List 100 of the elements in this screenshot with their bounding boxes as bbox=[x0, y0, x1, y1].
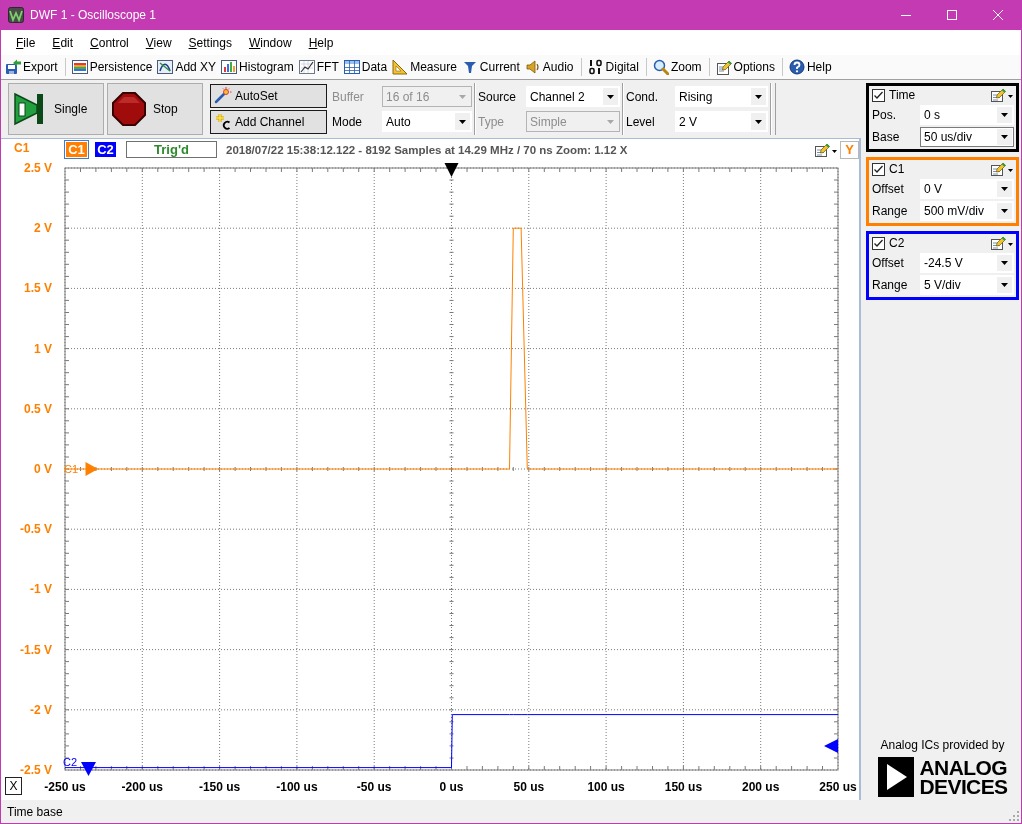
menu-item[interactable]: Help bbox=[308, 35, 334, 50]
axis-label: -2.5 V bbox=[20, 763, 52, 777]
toolbar-button[interactable]: Options bbox=[713, 56, 778, 78]
add-channel-button[interactable]: Add Channel bbox=[210, 110, 327, 134]
dropdown[interactable]: 2 V bbox=[675, 111, 768, 132]
field-label: Buffer bbox=[332, 89, 365, 104]
toolbar-button[interactable]: Zoom bbox=[650, 56, 705, 78]
axis-label: -0.5 V bbox=[20, 522, 52, 537]
caret-icon bbox=[1001, 283, 1008, 287]
caret-icon bbox=[1001, 135, 1008, 139]
field-label: Type bbox=[478, 114, 505, 129]
axis-label: -150 us bbox=[198, 780, 241, 794]
toolbar-button[interactable]: Help bbox=[786, 56, 835, 78]
dropdown[interactable]: 0 s bbox=[920, 105, 1014, 125]
field-label: Mode bbox=[332, 114, 364, 129]
dropdown[interactable]: 0 V bbox=[920, 179, 1014, 199]
legend-label: C2 bbox=[63, 756, 78, 768]
dropdown[interactable]: -24.5 V bbox=[920, 253, 1014, 273]
offset-marker[interactable] bbox=[81, 762, 96, 776]
toolbar-button[interactable]: Data bbox=[341, 56, 391, 78]
toolbar-button[interactable]: Audio bbox=[522, 56, 577, 78]
bar-chart-icon bbox=[221, 59, 238, 75]
dropdown[interactable]: 50 us/div bbox=[920, 127, 1014, 147]
offset-marker[interactable] bbox=[85, 462, 98, 476]
toolbar-button[interactable]: Current bbox=[459, 56, 523, 78]
line-chart-icon bbox=[298, 59, 315, 75]
speaker-icon bbox=[524, 59, 541, 75]
waveform-logo-icon bbox=[8, 7, 24, 23]
dropdown[interactable]: Rising bbox=[675, 86, 768, 107]
caret-icon bbox=[459, 94, 466, 99]
window-title: DWF 1 - Oscilloscope 1 bbox=[30, 8, 157, 22]
export-icon bbox=[5, 59, 21, 75]
menu-item[interactable]: File bbox=[16, 35, 36, 50]
field-label: Pos. bbox=[871, 108, 897, 122]
axis-label: 250 us bbox=[819, 780, 857, 794]
triangle-logo-icon bbox=[877, 757, 914, 797]
toolbar-button[interactable]: Histogram bbox=[219, 56, 297, 78]
toolbar-button[interactable]: Digital bbox=[585, 56, 642, 78]
checkbox[interactable] bbox=[872, 162, 885, 176]
field-label: Source bbox=[478, 89, 518, 104]
close-icon bbox=[993, 10, 1003, 20]
axis-label: 2 V bbox=[34, 221, 52, 236]
toolbar-button[interactable]: Add XY bbox=[155, 56, 220, 78]
toolbar-button[interactable]: Measure bbox=[390, 56, 460, 78]
resize-grip-icon[interactable] bbox=[1009, 810, 1019, 821]
logo-wordmark: ANALOG DEVICES bbox=[919, 758, 1008, 796]
toolbar-button[interactable]: Persistence bbox=[69, 56, 156, 78]
dropdown[interactable]: Auto bbox=[382, 111, 472, 132]
xy-plot-icon bbox=[157, 59, 174, 75]
axis-label: 1 V bbox=[34, 341, 52, 356]
options-dropdown-icon[interactable] bbox=[990, 161, 1014, 177]
rainbow-chart-icon bbox=[71, 59, 88, 75]
maximize-icon bbox=[947, 10, 957, 20]
axis-label: -50 us bbox=[356, 780, 392, 794]
caret-icon bbox=[459, 119, 466, 124]
axis-title: C1 bbox=[13, 141, 31, 155]
axis-label: 0.5 V bbox=[23, 401, 52, 416]
magic-wand-icon bbox=[214, 87, 232, 105]
axis-label: 2.5 V bbox=[23, 161, 52, 175]
single-button[interactable]: Single bbox=[8, 83, 104, 135]
axis-label: 100 us bbox=[587, 780, 625, 794]
caret-icon bbox=[1001, 261, 1008, 265]
caret-icon bbox=[755, 94, 762, 99]
menu-item[interactable]: View bbox=[145, 35, 172, 50]
autoset-button[interactable]: AutoSet bbox=[210, 84, 327, 108]
checkbox[interactable] bbox=[872, 236, 885, 250]
options-dropdown-icon[interactable] bbox=[990, 87, 1014, 103]
panel-title: C2 bbox=[889, 236, 906, 250]
menu-item[interactable]: Edit bbox=[52, 35, 74, 50]
magnifier-icon bbox=[652, 59, 669, 75]
toolbar-button[interactable]: Export bbox=[3, 56, 61, 78]
options-dropdown-icon[interactable] bbox=[814, 141, 838, 158]
channel-button[interactable]: C2 bbox=[93, 140, 118, 159]
toolbar-button[interactable]: FFT bbox=[296, 56, 342, 78]
trigger-level-marker[interactable] bbox=[824, 739, 838, 753]
dropdown[interactable]: Channel 2 bbox=[526, 86, 620, 107]
trigger-position-marker[interactable] bbox=[444, 163, 459, 177]
dropdown[interactable]: 5 V/div bbox=[920, 275, 1014, 295]
field-label: Base bbox=[871, 130, 901, 144]
axis-label: -250 us bbox=[44, 780, 86, 794]
axis-label: 50 us bbox=[513, 780, 545, 794]
stop-icon bbox=[111, 91, 147, 127]
field-label: Range bbox=[871, 278, 909, 292]
caret-icon bbox=[755, 119, 762, 124]
field-label: Offset bbox=[871, 256, 905, 270]
options-dropdown-icon[interactable] bbox=[990, 235, 1014, 251]
x-axis-button[interactable]: X bbox=[5, 777, 22, 795]
axis-label: -100 us bbox=[276, 780, 318, 794]
document-pencil-icon bbox=[715, 59, 732, 75]
dropdown[interactable]: 500 mV/div bbox=[920, 201, 1014, 221]
stop-button[interactable]: Stop bbox=[107, 83, 203, 135]
panel-title: Time bbox=[889, 88, 917, 102]
caret-icon bbox=[1001, 209, 1008, 213]
help-icon bbox=[788, 59, 805, 75]
menu-item[interactable]: Settings bbox=[188, 35, 232, 50]
menu-item[interactable]: Control bbox=[90, 35, 129, 50]
field-label: Offset bbox=[871, 182, 905, 196]
trigger-status: Trig'd bbox=[126, 141, 217, 158]
menu-item[interactable]: Window bbox=[248, 35, 292, 50]
checkbox[interactable] bbox=[872, 88, 885, 102]
